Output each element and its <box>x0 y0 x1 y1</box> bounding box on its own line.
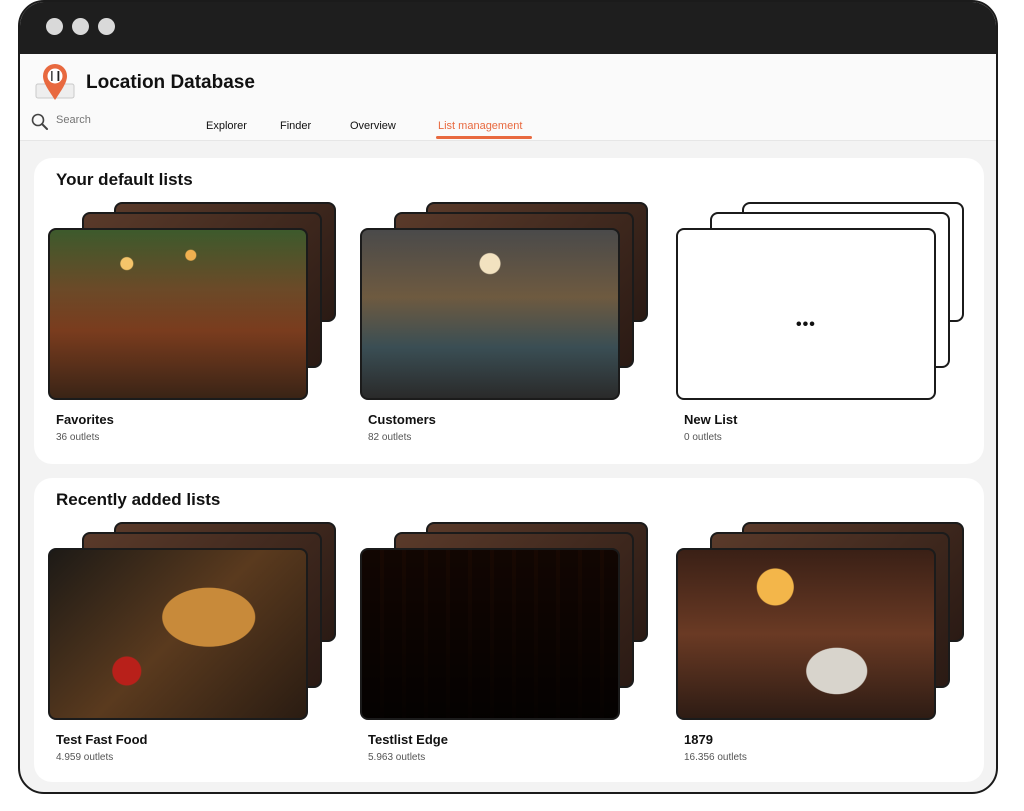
list-name: 1879 <box>684 732 713 747</box>
list-name: Test Fast Food <box>56 732 148 747</box>
list-count: 16.356 outlets <box>684 752 747 763</box>
card-cover-image <box>676 548 936 720</box>
card-image-stack: ••• <box>676 202 976 402</box>
tab-explorer[interactable]: Explorer <box>206 120 247 132</box>
list-name: Testlist Edge <box>368 732 448 747</box>
window-close-button[interactable] <box>46 18 63 35</box>
list-card-new-list[interactable]: ••• New List 0 outlets <box>676 202 976 454</box>
more-icon[interactable]: ••• <box>796 316 816 334</box>
list-card-customers[interactable]: Customers 82 outlets <box>360 202 660 454</box>
card-image-stack <box>360 522 660 722</box>
card-cover-image <box>48 548 308 720</box>
list-card-1879[interactable]: 1879 16.356 outlets <box>676 522 976 774</box>
window-maximize-button[interactable] <box>98 18 115 35</box>
section-title: Your default lists <box>56 170 193 189</box>
tab-list-management[interactable]: List management <box>438 120 522 132</box>
recent-lists-section: Recently added lists Test Fast Food 4.95… <box>34 478 984 782</box>
card-image-stack <box>48 522 348 722</box>
list-name: New List <box>684 412 738 427</box>
card-cover-image <box>48 228 308 400</box>
tab-finder[interactable]: Finder <box>280 120 311 132</box>
location-pin-cutlery-icon <box>34 62 76 100</box>
list-count: 0 outlets <box>684 432 722 443</box>
search-icon <box>30 112 50 132</box>
list-count: 5.963 outlets <box>368 752 426 763</box>
list-name: Customers <box>368 412 436 427</box>
default-lists-section: Your default lists Favorites 36 outlets … <box>34 158 984 464</box>
tab-overview[interactable]: Overview <box>350 120 396 132</box>
app-title: Location Database <box>86 72 255 93</box>
list-card-favorites[interactable]: Favorites 36 outlets <box>48 202 348 454</box>
card-image-stack <box>360 202 660 402</box>
list-count: 36 outlets <box>56 432 100 443</box>
list-count: 4.959 outlets <box>56 752 114 763</box>
list-count: 82 outlets <box>368 432 412 443</box>
search-bar[interactable] <box>30 112 150 134</box>
card-image-stack <box>676 522 976 722</box>
list-card-test-fast-food[interactable]: Test Fast Food 4.959 outlets <box>48 522 348 774</box>
list-card-testlist-edge[interactable]: Testlist Edge 5.963 outlets <box>360 522 660 774</box>
search-input[interactable] <box>56 114 146 126</box>
list-name: Favorites <box>56 412 114 427</box>
card-cover-image <box>360 228 620 400</box>
section-title: Recently added lists <box>56 490 221 509</box>
browser-window: Location Database Explorer Finder Overvi… <box>18 0 998 794</box>
card-cover-image <box>360 548 620 720</box>
active-tab-indicator <box>436 136 532 139</box>
window-titlebar <box>20 2 996 54</box>
window-minimize-button[interactable] <box>72 18 89 35</box>
card-image-stack <box>48 202 348 402</box>
card-cover-placeholder: ••• <box>676 228 936 400</box>
app-header: Location Database Explorer Finder Overvi… <box>20 54 996 141</box>
